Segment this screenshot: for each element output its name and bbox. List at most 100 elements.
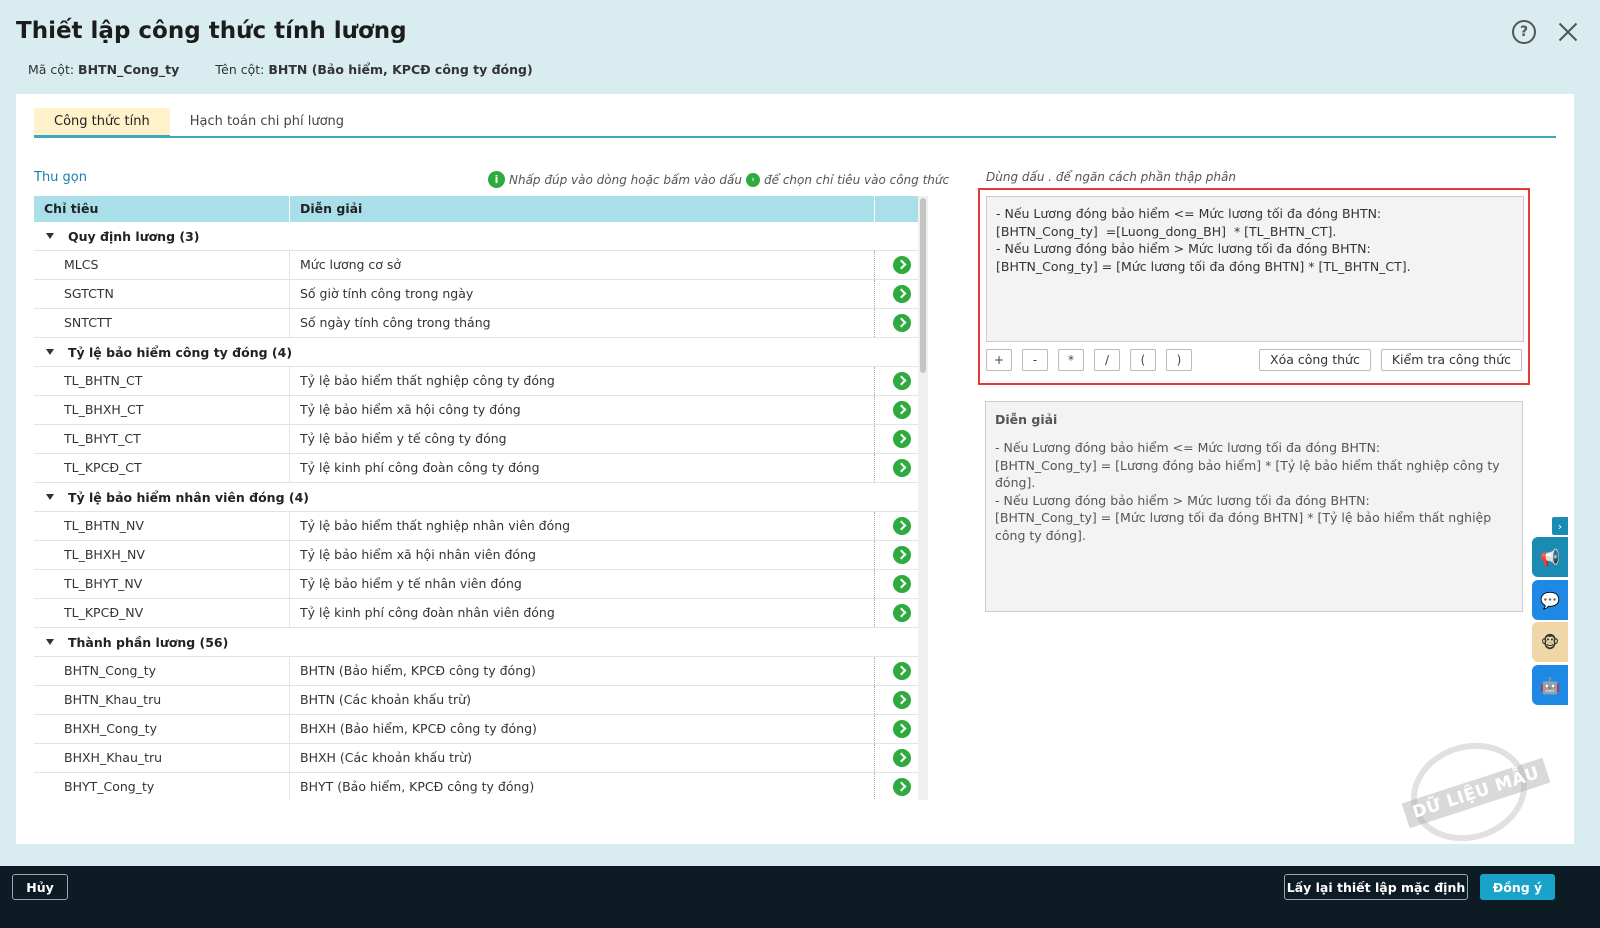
column-code: Mã cột: BHTN_Cong_ty (28, 62, 179, 77)
formula-actions: Xóa công thức Kiểm tra công thức (1259, 349, 1522, 371)
row-desc: Tỷ lệ bảo hiểm thất nghiệp nhân viên đón… (290, 512, 875, 540)
select-arrow-icon[interactable] (892, 575, 911, 593)
select-arrow-icon[interactable] (892, 546, 911, 564)
caret-down-icon[interactable] (46, 233, 54, 239)
header-code: Chỉ tiêu (34, 196, 290, 222)
table-row[interactable]: TL_BHXH_CT Tỷ lệ bảo hiểm xã hội công ty … (34, 396, 928, 425)
select-arrow-icon[interactable] (892, 749, 911, 767)
table-row[interactable]: SGTCTN Số giờ tính công trong ngày (34, 280, 928, 309)
selection-hint: i Nhấp đúp vào dòng hoặc bấm vào dấu › đ… (488, 171, 949, 188)
table-row[interactable]: TL_KPCĐ_CT Tỷ lệ kinh phí công đoàn công … (34, 454, 928, 483)
open-paren-button[interactable]: ( (1130, 349, 1156, 371)
clear-formula-button[interactable]: Xóa công thức (1259, 349, 1371, 371)
select-arrow-icon[interactable] (892, 459, 911, 477)
ok-button[interactable]: Đồng ý (1480, 874, 1555, 900)
table-row[interactable]: BHTN_Khau_tru BHTN (Các khoản khấu trừ) (34, 686, 928, 715)
row-desc: BHYT (Bảo hiểm, KPCĐ công ty đóng) (290, 773, 875, 800)
table-row[interactable]: SNTCTT Số ngày tính công trong tháng (34, 309, 928, 338)
row-desc: Tỷ lệ kinh phí công đoàn công ty đóng (290, 454, 875, 482)
cancel-button[interactable]: Hủy (12, 874, 68, 900)
table-row[interactable]: MLCS Mức lương cơ sở (34, 251, 928, 280)
help-icon[interactable]: ? (1512, 20, 1536, 44)
operator-buttons: + - * / ( ) (986, 349, 1192, 371)
row-desc: Mức lương cơ sở (290, 251, 875, 279)
table-row[interactable]: BHTN_Cong_ty BHTN (Bảo hiểm, KPCĐ công ty… (34, 657, 928, 686)
table-row[interactable]: TL_KPCĐ_NV Tỷ lệ kinh phí công đoàn nhân … (34, 599, 928, 628)
table-row[interactable]: BHXH_Cong_ty BHXH (Bảo hiểm, KPCĐ công ty… (34, 715, 928, 744)
table-scrollbar[interactable] (918, 196, 928, 800)
table-group[interactable]: Tỷ lệ bảo hiểm công ty đóng (4) (34, 338, 928, 367)
select-arrow-icon[interactable] (892, 314, 911, 332)
main-panel: Công thức tính Hạch toán chi phí lương T… (16, 94, 1574, 844)
column-name: Tên cột: BHTN (Bảo hiểm, KPCĐ công ty đó… (215, 62, 532, 77)
explanation-text: - Nếu Lương đóng bảo hiểm <= Mức lương t… (995, 440, 1500, 543)
close-icon[interactable] (1556, 20, 1580, 44)
row-code: TL_BHXH_NV (34, 541, 290, 569)
select-arrow-icon[interactable] (892, 720, 911, 738)
multiply-button[interactable]: * (1058, 349, 1084, 371)
info-icon: i (488, 171, 505, 188)
caret-down-icon[interactable] (46, 349, 54, 355)
row-code: BHTN_Khau_tru (34, 686, 290, 714)
select-arrow-icon[interactable] (892, 372, 911, 390)
row-desc: BHXH (Các khoản khấu trừ) (290, 744, 875, 772)
chat-icon[interactable]: 💬 (1532, 580, 1568, 620)
table-group[interactable]: Thành phần lương (56) (34, 628, 928, 657)
table-row[interactable]: TL_BHTN_CT Tỷ lệ bảo hiểm thất nghiệp côn… (34, 367, 928, 396)
row-desc: Tỷ lệ bảo hiểm y tế nhân viên đóng (290, 570, 875, 598)
column-name-label: Tên cột: (215, 62, 265, 77)
table-row[interactable]: BHXH_Khau_tru BHXH (Các khoản khấu trừ) (34, 744, 928, 773)
select-arrow-icon[interactable] (892, 662, 911, 680)
hint-text-2: để chọn chỉ tiêu vào công thức (764, 172, 950, 187)
footer-bar: Hủy Lấy lại thiết lập mặc định Đồng ý (0, 866, 1600, 928)
column-code-value: BHTN_Cong_ty (78, 62, 180, 77)
select-arrow-icon[interactable] (892, 256, 911, 274)
divide-button[interactable]: / (1094, 349, 1120, 371)
select-arrow-icon[interactable] (892, 430, 911, 448)
row-code: TL_KPCĐ_NV (34, 599, 290, 627)
row-code: TL_BHTN_CT (34, 367, 290, 395)
caret-down-icon[interactable] (46, 639, 54, 645)
close-paren-button[interactable]: ) (1166, 349, 1192, 371)
formula-input[interactable]: - Nếu Lương đóng bảo hiểm <= Mức lương t… (986, 196, 1524, 342)
megaphone-icon[interactable]: 📢 (1532, 537, 1568, 577)
select-arrow-icon[interactable] (892, 604, 911, 622)
row-code: BHXH_Cong_ty (34, 715, 290, 743)
select-arrow-icon[interactable] (892, 778, 911, 796)
row-code: BHXH_Khau_tru (34, 744, 290, 772)
select-arrow-icon[interactable] (892, 285, 911, 303)
select-arrow-icon[interactable] (892, 517, 911, 535)
row-desc: Tỷ lệ kinh phí công đoàn nhân viên đóng (290, 599, 875, 627)
scrollbar-thumb[interactable] (920, 198, 926, 373)
table-row[interactable]: TL_BHYT_CT Tỷ lệ bảo hiểm y tế công ty đó… (34, 425, 928, 454)
table-group[interactable]: Tỷ lệ bảo hiểm nhân viên đóng (4) (34, 483, 928, 512)
table-row[interactable]: TL_BHYT_NV Tỷ lệ bảo hiểm y tế nhân viên … (34, 570, 928, 599)
table-row[interactable]: TL_BHXH_NV Tỷ lệ bảo hiểm xã hội nhân viê… (34, 541, 928, 570)
table-row[interactable]: BHYT_Cong_ty BHYT (Bảo hiểm, KPCĐ công ty… (34, 773, 928, 800)
minus-button[interactable]: - (1022, 349, 1048, 371)
check-formula-button[interactable]: Kiểm tra công thức (1380, 349, 1522, 371)
reset-defaults-button[interactable]: Lấy lại thiết lập mặc định (1284, 874, 1468, 900)
tab-bar: Công thức tính Hạch toán chi phí lương (34, 108, 1556, 138)
table-group[interactable]: Quy định lương (3) (34, 222, 928, 251)
caret-down-icon[interactable] (46, 494, 54, 500)
table-row[interactable]: TL_BHTN_NV Tỷ lệ bảo hiểm thất nghiệp nhâ… (34, 512, 928, 541)
explanation-box: Diễn giải - Nếu Lương đóng bảo hiểm <= M… (985, 401, 1523, 612)
row-desc: BHTN (Các khoản khấu trừ) (290, 686, 875, 714)
row-desc: Tỷ lệ bảo hiểm thất nghiệp công ty đóng (290, 367, 875, 395)
select-arrow-icon[interactable] (892, 401, 911, 419)
assistant-icon[interactable]: 🐵 (1532, 622, 1568, 662)
column-name-value: BHTN (Bảo hiểm, KPCĐ công ty đóng) (268, 62, 533, 77)
row-desc: BHTN (Bảo hiểm, KPCĐ công ty đóng) (290, 657, 875, 685)
plus-button[interactable]: + (986, 349, 1012, 371)
formula-editor: - Nếu Lương đóng bảo hiểm <= Mức lương t… (978, 188, 1530, 385)
select-arrow-icon[interactable] (892, 691, 911, 709)
tab-cost-accounting[interactable]: Hạch toán chi phí lương (170, 108, 364, 136)
collapse-link[interactable]: Thu gọn (34, 170, 87, 185)
tab-formula[interactable]: Công thức tính (34, 108, 170, 138)
group-title: Tỷ lệ bảo hiểm công ty đóng (4) (68, 344, 293, 360)
row-code: SNTCTT (34, 309, 290, 337)
bot-icon[interactable]: 🤖 (1532, 665, 1568, 705)
group-title: Tỷ lệ bảo hiểm nhân viên đóng (4) (68, 489, 310, 505)
rail-expand-icon[interactable]: › (1552, 517, 1568, 535)
